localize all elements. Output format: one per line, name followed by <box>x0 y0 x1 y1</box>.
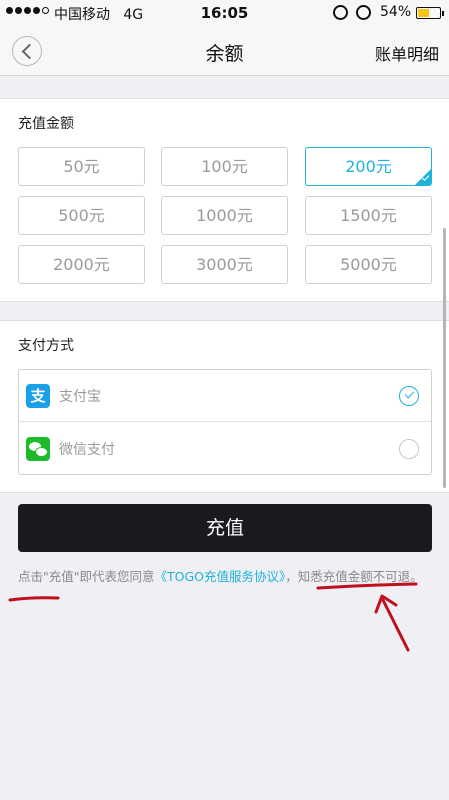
recharge-amount-section: 充值金额 50元 100元 200元 500元 1000元 1500元 2000… <box>0 98 449 302</box>
scrollbar[interactable] <box>443 228 446 488</box>
status-bar: 中国移动 4G 16:05 54% <box>0 0 449 26</box>
payment-method-section: 支付方式 支 支付宝 微信支付 <box>0 320 449 493</box>
bill-details-link[interactable]: 账单明细 <box>375 41 439 65</box>
battery-icon <box>416 7 444 19</box>
payment-option-alipay[interactable]: 支 支付宝 <box>19 370 431 422</box>
amount-option-50[interactable]: 50元 <box>18 147 145 186</box>
amount-option-1500[interactable]: 1500元 <box>305 196 432 235</box>
annotation-arrow-head <box>374 594 398 614</box>
amount-option-100[interactable]: 100元 <box>161 147 288 186</box>
recharge-button[interactable]: 充值 <box>18 504 432 552</box>
service-agreement-link[interactable]: 《TOGO充值服务协议》 <box>155 569 286 584</box>
battery-percent: 54% <box>380 4 412 20</box>
payment-option-wechat[interactable]: 微信支付 <box>19 423 431 475</box>
agreement-suffix: ，知悉充值金额不可退。 <box>285 569 423 584</box>
radio-checked-icon[interactable] <box>399 386 419 406</box>
payment-method-title: 支付方式 <box>18 338 74 354</box>
payment-option-label: 支付宝 <box>59 389 101 405</box>
payment-option-label: 微信支付 <box>59 442 115 458</box>
annotation-underline-left <box>8 596 60 602</box>
payment-method-list: 支 支付宝 微信支付 <box>18 369 432 475</box>
amount-option-3000[interactable]: 3000元 <box>161 245 288 284</box>
alipay-icon: 支 <box>26 384 50 408</box>
annotation-arrow-shaft <box>381 598 410 652</box>
selected-check-icon <box>415 169 431 185</box>
radio-unchecked-icon[interactable] <box>399 439 419 459</box>
agreement-notice: 点击"充值"即代表您同意《TOGO充值服务协议》，知悉充值金额不可退。 <box>18 568 432 586</box>
nav-bar: 余额 账单明细 <box>0 26 449 76</box>
amount-option-200[interactable]: 200元 <box>305 147 432 186</box>
amount-option-1000[interactable]: 1000元 <box>161 196 288 235</box>
rotation-lock-icon <box>356 5 371 20</box>
recharge-amount-title: 充值金额 <box>18 116 74 132</box>
agreement-prefix: 点击"充值"即代表您同意 <box>18 569 155 584</box>
amount-option-2000[interactable]: 2000元 <box>18 245 145 284</box>
amount-option-5000[interactable]: 5000元 <box>305 245 432 284</box>
wechat-icon <box>26 437 50 461</box>
sync-icon <box>333 5 348 20</box>
amount-option-500[interactable]: 500元 <box>18 196 145 235</box>
